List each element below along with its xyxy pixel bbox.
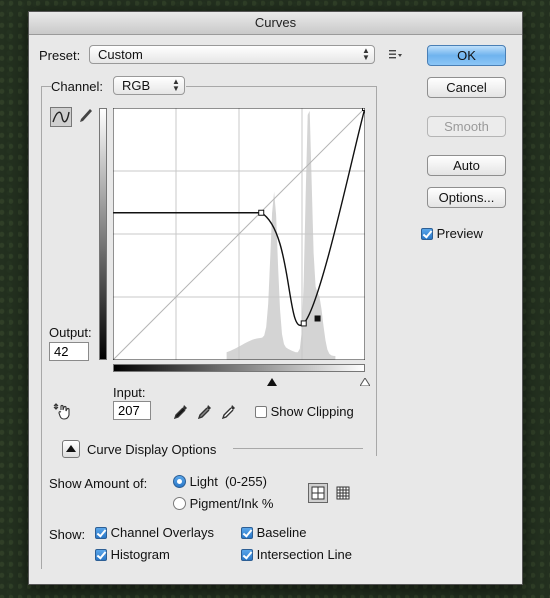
show-clipping-checkbox[interactable]	[255, 406, 267, 418]
show-clipping-label: Show Clipping	[270, 404, 354, 419]
baseline-checkbox[interactable]	[241, 527, 253, 539]
preview-checkbox[interactable]	[421, 228, 433, 240]
hand-icon	[53, 403, 70, 420]
cancel-button[interactable]: Cancel	[427, 77, 506, 98]
grid-16-icon	[336, 486, 350, 500]
intersection-line-checkbox[interactable]	[241, 549, 253, 561]
curve-control-point	[258, 209, 265, 216]
channel-select[interactable]: RGB ▲ ▼	[113, 76, 185, 95]
output-gradient-bar	[99, 108, 107, 360]
curve-svg	[112, 105, 368, 361]
white-eyedropper-tool[interactable]	[221, 403, 237, 422]
group-border-top-left	[41, 86, 51, 87]
channel-overlays-checkbox[interactable]	[95, 527, 107, 539]
pigment-option[interactable]: Pigment/Ink %	[173, 496, 273, 511]
eyedropper-black-icon	[173, 405, 187, 420]
grid-detailed-button[interactable]	[333, 483, 353, 503]
preset-select[interactable]: Custom ▲ ▼	[89, 45, 375, 64]
grid-simple-button[interactable]	[308, 483, 328, 503]
eyedropper-white-icon	[221, 405, 235, 420]
pencil-tool[interactable]	[76, 107, 94, 127]
gray-eyedropper-tool[interactable]	[197, 403, 213, 422]
group-border-left	[41, 86, 42, 569]
pigment-radio[interactable]	[173, 497, 186, 510]
options-button[interactable]: Options...	[427, 187, 506, 208]
black-point-slider[interactable]	[267, 374, 277, 389]
curves-dialog: Curves Preset: Custom ▲ ▼ OK Cancel Smoot…	[28, 11, 523, 585]
disclosure-toggle[interactable]	[62, 440, 80, 458]
baseline-row[interactable]: Baseline	[241, 525, 307, 540]
channel-overlays-row[interactable]: Channel Overlays	[95, 525, 214, 540]
curve-graph[interactable]	[112, 105, 368, 361]
ok-button[interactable]: OK	[427, 45, 506, 66]
show-clipping-row[interactable]: Show Clipping	[255, 404, 354, 419]
output-label: Output:	[49, 325, 92, 340]
light-label: Light (0-255)	[189, 474, 267, 489]
curve-control-point	[300, 320, 307, 327]
pencil-icon	[80, 109, 92, 122]
histogram-row[interactable]: Histogram	[95, 547, 170, 562]
show-label: Show:	[49, 527, 86, 542]
baseline-label: Baseline	[256, 525, 307, 540]
light-radio[interactable]	[173, 475, 186, 488]
output-field[interactable]	[49, 342, 89, 361]
preset-label: Preset:	[39, 48, 81, 63]
triangle-up-icon	[66, 445, 76, 452]
eyedropper-gray-icon	[197, 405, 211, 420]
grid-4-icon	[311, 486, 325, 500]
channel-value: RGB	[122, 78, 151, 93]
divider	[233, 448, 363, 449]
selected-control-point	[314, 315, 321, 322]
channel-overlays-label: Channel Overlays	[110, 525, 214, 540]
intersection-line-row[interactable]: Intersection Line	[241, 547, 352, 562]
on-image-adjust-tool[interactable]	[53, 402, 73, 420]
intersection-line-label: Intersection Line	[256, 547, 353, 562]
histogram-checkbox[interactable]	[95, 549, 107, 561]
input-field[interactable]	[113, 401, 151, 420]
input-label: Input:	[113, 385, 146, 400]
smooth-button[interactable]: Smooth	[427, 116, 506, 137]
chevron-updown-icon: ▲ ▼	[172, 77, 180, 93]
preset-value: Custom	[98, 47, 143, 62]
group-border-top-right	[186, 86, 376, 87]
black-eyedropper-tool[interactable]	[173, 403, 189, 422]
input-gradient-bar	[113, 364, 365, 372]
curve-display-options-label: Curve Display Options	[87, 442, 217, 457]
curve-point-tool[interactable]	[50, 107, 72, 127]
preview-label: Preview	[436, 226, 483, 241]
white-point-slider[interactable]	[359, 374, 371, 389]
window-title: Curves	[29, 12, 522, 35]
curve-tool-icon	[52, 111, 70, 123]
channel-label: Channel:	[51, 79, 107, 94]
group-border-right	[376, 86, 377, 456]
auto-button[interactable]: Auto	[427, 155, 506, 176]
preset-options-icon[interactable]	[389, 48, 403, 60]
light-option[interactable]: Light (0-255)	[173, 474, 267, 489]
histogram-label: Histogram	[110, 547, 170, 562]
pigment-label: Pigment/Ink %	[189, 496, 274, 511]
preview-row[interactable]: Preview	[421, 226, 483, 241]
show-amount-label: Show Amount of:	[49, 476, 148, 491]
chevron-updown-icon: ▲ ▼	[362, 46, 370, 62]
